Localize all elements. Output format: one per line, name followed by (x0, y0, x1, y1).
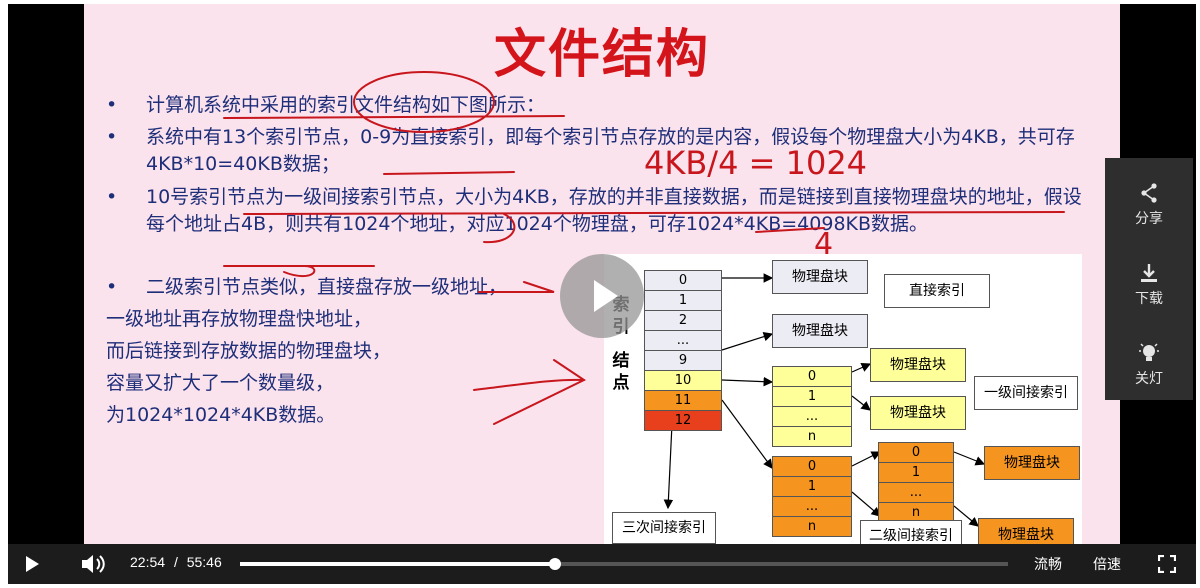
current-time: 22:54 (130, 554, 166, 570)
slide-line: 而后链接到存放数据的物理盘块， (106, 340, 392, 362)
level1-cell: ... (772, 406, 852, 427)
level2-second-cell: 0 (878, 442, 954, 463)
bullet-text: 计算机系统中采用的索引文件结构如下图所示： (146, 94, 546, 116)
level2-second-cell: ... (878, 482, 954, 503)
index-label-char: 点 (612, 373, 630, 393)
index-node-cell: 11 (644, 390, 722, 411)
time-display: 22:54 / 55:46 (130, 554, 222, 570)
lightbulb-icon (1139, 343, 1159, 361)
physical-block: 物理盘块 (870, 348, 966, 382)
play-overlay-button[interactable] (560, 254, 644, 338)
index-node-cell: 1 (644, 290, 722, 311)
progress-knob[interactable] (548, 558, 561, 570)
physical-block: 物理盘块 (978, 518, 1074, 544)
slide-line: 容量又扩大了一个数量级， (106, 372, 335, 394)
bullet-dot: • (106, 276, 118, 298)
bullet-dot: • (106, 126, 118, 148)
index-node-cell: 10 (644, 370, 722, 391)
share-label: 分享 (1135, 211, 1163, 227)
fullscreen-icon[interactable] (1158, 555, 1176, 573)
level2-first-cell: ... (772, 496, 852, 517)
physical-block: 物理盘块 (772, 260, 868, 294)
share-button[interactable]: 分享 (1105, 164, 1193, 244)
speed-button[interactable]: 倍速 (1093, 554, 1121, 574)
download-button[interactable]: 下载 (1105, 244, 1193, 324)
lights-off-label: 关灯 (1135, 371, 1163, 387)
volume-icon[interactable] (80, 553, 106, 575)
level2-second-cell: 1 (878, 462, 954, 483)
download-icon (1141, 264, 1157, 282)
play-icon (594, 280, 618, 312)
play-button[interactable] (26, 556, 39, 572)
lights-off-button[interactable]: 关灯 (1105, 324, 1193, 404)
level2-index-label: 二级间接索引 (860, 520, 962, 544)
index-node-cell: 0 (644, 270, 722, 291)
physical-block: 物理盘块 (870, 396, 966, 430)
video-player[interactable]: 文件结构 • 计算机系统中采用的索引文件结构如下图所示： • 系统中有13个索引… (8, 4, 1196, 584)
bullet-dot: • (106, 186, 118, 208)
total-time: 55:46 (186, 554, 222, 570)
progress-fill (240, 562, 555, 566)
bullet-dot: • (106, 94, 118, 116)
level1-cell: 1 (772, 386, 852, 407)
slide-title: 文件结构 (493, 25, 710, 85)
level2-first-cell: 1 (772, 476, 852, 497)
physical-block: 物理盘块 (772, 314, 868, 348)
level3-index-label: 三次间接索引 (612, 512, 716, 544)
index-node-cell: 2 (644, 310, 722, 331)
bullet-text: 系统中有13个索引节点，0-9为直接索引，即每个索引节点存放的是内容，假设每个物… (146, 126, 1075, 175)
physical-block: 物理盘块 (984, 446, 1080, 480)
index-structure-diagram: 索 引 结 点 012...9101112 物理盘块 物理盘块 直接索引 01.… (604, 254, 1082, 544)
level1-cell: 0 (772, 366, 852, 387)
progress-bar[interactable] (240, 558, 1008, 570)
level2-first-cell: 0 (772, 456, 852, 477)
control-bar: 22:54 / 55:46 流畅 倍速 (8, 544, 1196, 584)
quality-button[interactable]: 流畅 (1034, 554, 1062, 574)
level2-first-cell: n (772, 516, 852, 537)
download-label: 下载 (1135, 291, 1163, 307)
index-node-cell: 9 (644, 350, 722, 371)
slide-line: 一级地址再存放物理盘快地址， (106, 308, 373, 330)
index-label-char: 结 (612, 351, 630, 371)
index-node-cell: ... (644, 330, 722, 351)
time-separator: / (173, 554, 178, 570)
index-node-cell: 12 (644, 410, 722, 431)
direct-index-label: 直接索引 (884, 274, 990, 308)
level1-cell: n (772, 426, 852, 447)
slide-line: 为1024*1024*4KB数据。 (106, 404, 336, 426)
bullet-text: 10号索引节点为一级间接索引节点，大小为4KB，存放的并非直接数据，而是链接到直… (146, 186, 1082, 235)
share-icon (1141, 183, 1157, 203)
level1-index-label: 一级间接索引 (974, 376, 1078, 410)
side-panel: 分享 下载 关灯 (1105, 158, 1193, 400)
